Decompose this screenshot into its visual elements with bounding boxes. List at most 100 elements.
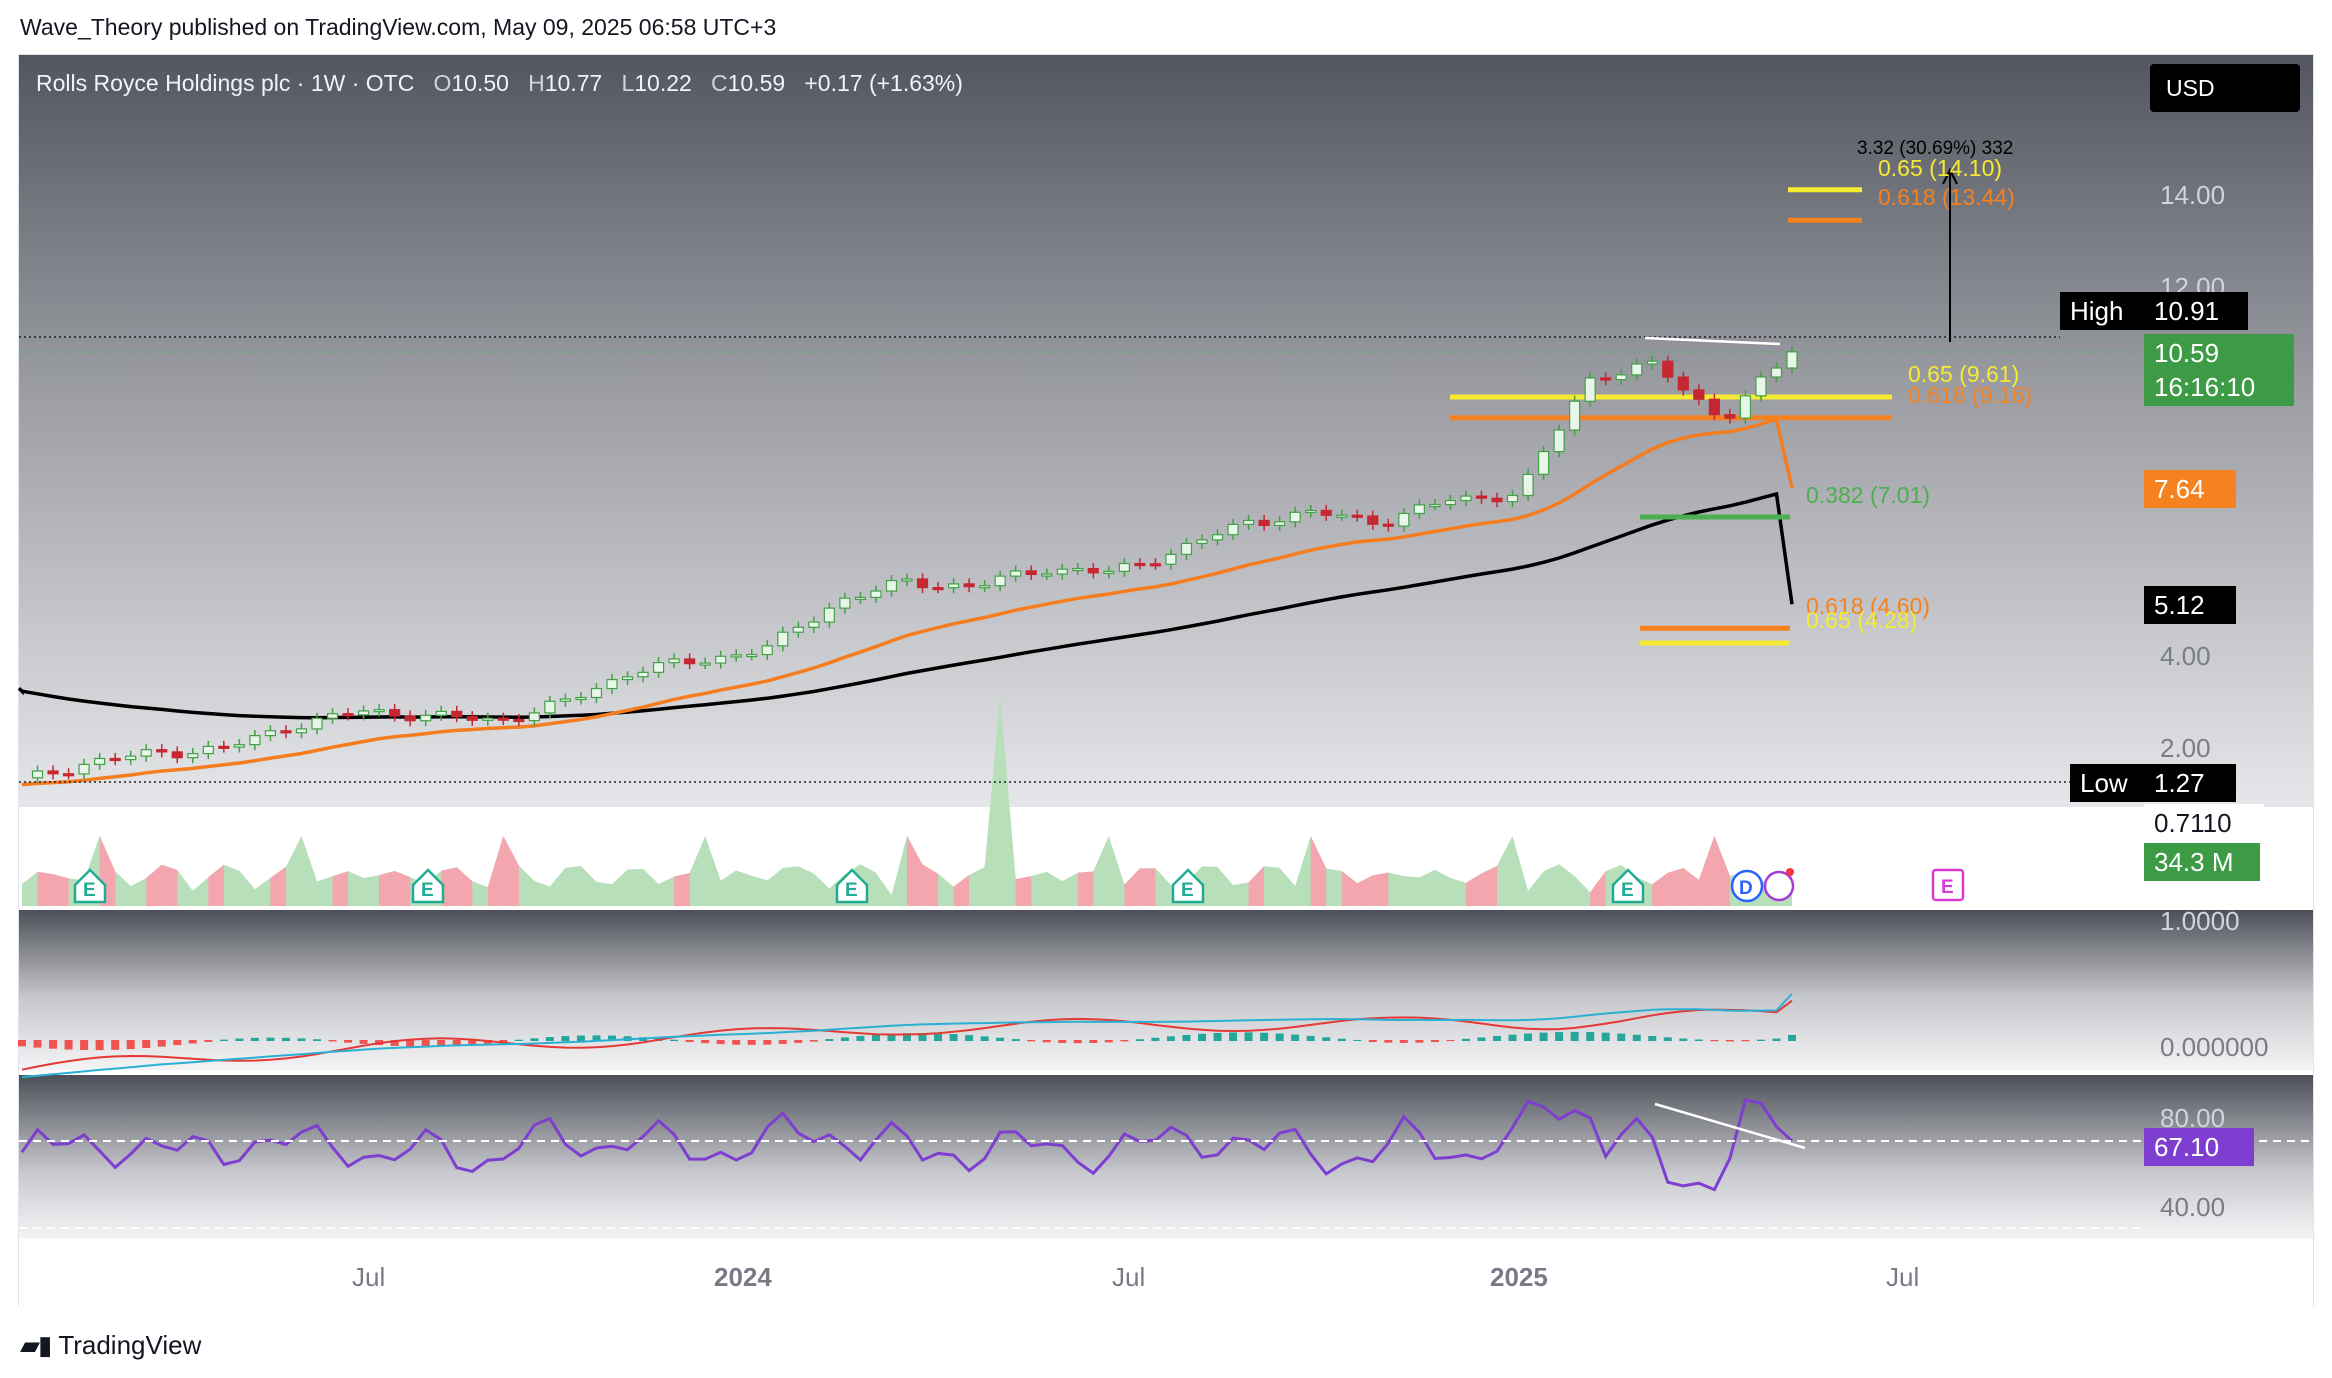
candle-body [202, 745, 214, 755]
candle-body [249, 735, 261, 746]
macd-histogram-bar [747, 1040, 756, 1045]
macd-histogram-bar [856, 1035, 865, 1041]
macd-histogram-bar [1089, 1040, 1098, 1043]
macd-histogram-bar [1570, 1031, 1579, 1041]
candle-body [435, 710, 447, 716]
candle-body [652, 662, 665, 673]
candle-body [1320, 509, 1332, 516]
macd-histogram-bar [1073, 1040, 1082, 1044]
candle-body [1087, 567, 1099, 574]
macd-histogram-bar [250, 1037, 259, 1041]
macd-histogram-bar [1213, 1032, 1222, 1041]
macd-histogram-bar [111, 1040, 120, 1050]
earnings-label: E [1621, 880, 1634, 901]
candle-body [1072, 567, 1084, 572]
candle-body [1770, 367, 1783, 378]
time-tick-2025: 2025 [1490, 1262, 1548, 1292]
macd-histogram-bar [576, 1035, 585, 1041]
candle-body [979, 585, 991, 589]
candle-body [1569, 400, 1581, 431]
fib-label-065-top: 0.65 (14.10) [1878, 155, 2002, 181]
candle-body [1196, 539, 1208, 545]
macd-histogram-bar [235, 1038, 244, 1041]
candle-body [451, 710, 463, 718]
time-tick-jul-2023: Jul [352, 1262, 385, 1292]
candle-body [1460, 495, 1472, 502]
open-label: O [433, 70, 452, 96]
candle-body [482, 717, 494, 721]
macd-histogram-bar [188, 1040, 197, 1044]
candle-body [1056, 568, 1068, 575]
candle-body [1382, 523, 1394, 527]
candle-body [1227, 523, 1239, 536]
candle-body [1600, 377, 1612, 381]
currency-selector[interactable]: USD [2150, 64, 2300, 112]
candle-body [404, 715, 416, 722]
macd-histogram-bar [1011, 1039, 1020, 1041]
candle-body [715, 655, 727, 664]
macd-histogram-bar [1772, 1038, 1781, 1041]
candle-body [1134, 562, 1146, 567]
rsi-value-tag: 67.10 [2144, 1128, 2254, 1166]
candle-body [62, 773, 75, 777]
candle-body [1118, 562, 1130, 572]
fib-label-065-low: 0.65 (4.28) [1806, 607, 1917, 633]
close-label: C [711, 70, 728, 96]
macd-histogram-bar [1446, 1040, 1455, 1042]
macd-axis-top: 1.0000 [2160, 906, 2240, 936]
macd-histogram-bar [545, 1037, 554, 1041]
candle-body [823, 607, 835, 623]
macd-histogram-bar [1648, 1036, 1657, 1041]
macd-histogram-bar [1756, 1039, 1765, 1041]
brand-name: TradingView [58, 1330, 202, 1360]
candle-body [31, 770, 44, 779]
symbol-name[interactable]: Rolls Royce Holdings plc · 1W · OTC [36, 70, 414, 96]
macd-histogram-bar [965, 1035, 974, 1041]
candle-body [901, 578, 913, 582]
volume-down-segment [1077, 871, 1094, 906]
volume-down-segment [37, 871, 54, 906]
candle-body [357, 710, 370, 716]
candle-body [466, 716, 478, 721]
volume-down-segment [674, 873, 690, 906]
open-value: 10.50 [451, 70, 509, 96]
macd-histogram-bar [980, 1036, 989, 1041]
macd-histogram-bar [344, 1040, 353, 1043]
volume-value-label: 0.7110 [2144, 804, 2264, 842]
candle-body [637, 671, 649, 678]
candle-body [1413, 504, 1425, 515]
candle-body [1305, 509, 1317, 514]
candle-body [994, 575, 1006, 587]
candle-body [1274, 521, 1286, 527]
macd-histogram-bar [1555, 1032, 1564, 1041]
candle-body [280, 730, 292, 734]
candle-body [1506, 494, 1519, 503]
candle-body [1677, 376, 1689, 391]
tradingview-logo-icon: ▰▮ [20, 1330, 52, 1360]
macd-histogram-bar [1166, 1036, 1175, 1041]
earnings-label: E [421, 880, 434, 901]
candle-body [47, 770, 59, 775]
macd-histogram-bar [359, 1040, 368, 1044]
macd-histogram-bar [313, 1039, 321, 1041]
tradingview-brand[interactable]: ▰▮ TradingView [20, 1330, 201, 1361]
macd-histogram-bar [266, 1037, 275, 1041]
candle-body [916, 578, 929, 589]
macd-histogram-bar [297, 1038, 306, 1041]
chart-canvas[interactable]: EEEEEDE 3.32 (30.69%) 332 0.65 (14.10) 0… [0, 0, 2332, 1378]
candle-body [1693, 389, 1705, 400]
macd-histogram-bar [126, 1040, 135, 1050]
candle-body [1475, 495, 1488, 499]
macd-histogram-bar [80, 1040, 89, 1051]
macd-histogram-bar [18, 1040, 26, 1047]
candle-body [171, 751, 183, 759]
macd-histogram-bar [1617, 1033, 1626, 1041]
macd-histogram-bar [173, 1040, 182, 1046]
macd-histogram-bar [1415, 1040, 1424, 1043]
macd-histogram-bar [996, 1037, 1005, 1041]
macd-histogram-bar [1151, 1037, 1160, 1041]
price-volume-separator [19, 807, 2313, 810]
candle-body [295, 728, 308, 734]
volume-value-tag: 34.3 M [2144, 843, 2260, 881]
future-earnings-label: E [1941, 877, 1954, 898]
